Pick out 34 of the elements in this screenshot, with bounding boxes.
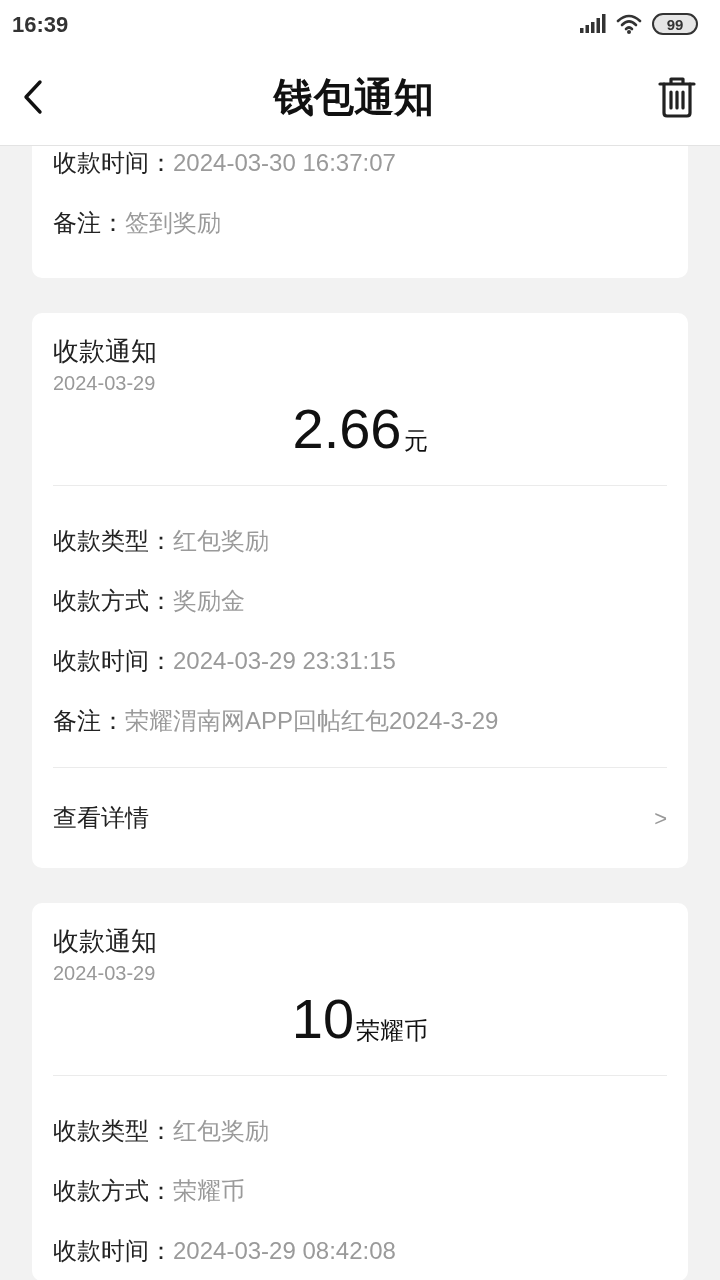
chevron: > bbox=[654, 804, 667, 833]
card-title: 收款通知 bbox=[53, 925, 158, 958]
view-details-link[interactable]: 查看详情 bbox=[53, 800, 149, 836]
field-label: 收款时间： bbox=[53, 646, 173, 676]
field-label: 收款时间： bbox=[53, 148, 173, 178]
signal-icon bbox=[580, 14, 608, 34]
card-date: 2024-03-29 bbox=[53, 371, 157, 396]
field-label: 收款方式： bbox=[53, 586, 173, 616]
field-label: 收款时间： bbox=[53, 1236, 173, 1266]
amount-unit: 元 bbox=[403, 426, 428, 456]
field-value: 2024-03-29 23:31:15 bbox=[173, 646, 396, 676]
field-value: 2024-03-30 16:37:07 bbox=[173, 148, 396, 178]
delete-button[interactable] bbox=[656, 74, 698, 119]
field-label: 备注： bbox=[53, 706, 125, 736]
field-label: 收款类型： bbox=[53, 526, 173, 556]
field-label: 备注： bbox=[53, 208, 125, 238]
wifi-icon bbox=[616, 13, 644, 35]
field-value: 奖励金 bbox=[173, 586, 245, 616]
field-value: 2024-03-29 08:42:08 bbox=[173, 1236, 396, 1266]
card-title: 收款通知 bbox=[53, 335, 158, 368]
amount-unit: 荣耀币 bbox=[356, 1016, 429, 1046]
status-time: 16:39 bbox=[12, 10, 69, 39]
field-value: 红包奖励 bbox=[173, 526, 269, 556]
field-label: 收款方式： bbox=[53, 1176, 173, 1206]
field-label: 收款类型： bbox=[53, 1116, 173, 1146]
field-value: 荣耀币 bbox=[173, 1176, 245, 1206]
amount: 2.66 bbox=[292, 397, 402, 461]
page-title: 钱包通知 bbox=[274, 73, 434, 121]
field-value: 红包奖励 bbox=[173, 1116, 269, 1146]
field-value: 签到奖励 bbox=[125, 208, 221, 238]
card-date: 2024-03-29 bbox=[53, 961, 157, 986]
field-value: 荣耀渭南网APP回帖红包2024-3-29 bbox=[125, 706, 499, 736]
amount: 10 bbox=[291, 987, 355, 1051]
battery-icon: 99 bbox=[652, 13, 698, 35]
